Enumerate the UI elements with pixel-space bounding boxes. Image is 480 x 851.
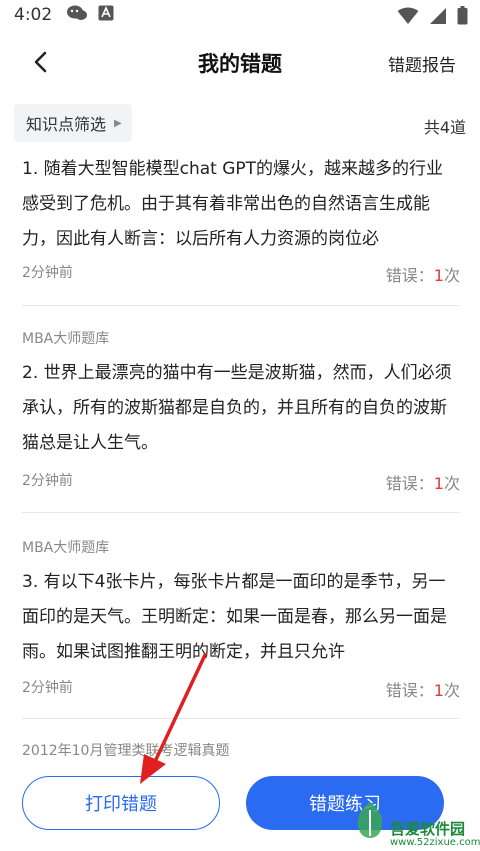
error-label: 错误： <box>385 681 434 700</box>
error-unit: 次 <box>443 474 460 493</box>
battery-icon <box>457 6 468 30</box>
divider <box>22 512 460 513</box>
app-a-icon <box>98 5 114 26</box>
chat-bubble-icon <box>66 4 88 27</box>
question-text: 3. 有以下4张卡片，每张卡片都是一面印的是季节，另一面印的是天气。王明断定：如… <box>22 572 447 662</box>
wifi-icon <box>397 7 419 30</box>
error-unit: 次 <box>443 266 460 285</box>
question-text: 1. 随着大型智能模型chat GPT的爆火，越来越多的行业感受到了危机。由于其… <box>22 159 444 249</box>
error-count: 错误：1次 <box>386 470 460 494</box>
question-source: MBA大师题库 <box>22 540 110 556</box>
error-number: 1 <box>433 681 444 700</box>
question-item-3[interactable]: MBA大师题库 3. 有以下4张卡片，每张卡片都是一面印的是季节，另一面印的是天… <box>22 537 460 670</box>
divider <box>22 718 460 719</box>
error-number: 1 <box>433 474 444 493</box>
nav-bar: 我的错题 错题报告 <box>0 30 480 96</box>
question-source: MBA大师题库 <box>22 331 110 347</box>
question-item-1[interactable]: 1. 随着大型智能模型chat GPT的爆火，越来越多的行业感受到了危机。由于其… <box>22 152 460 257</box>
caret-right-icon: ▶ <box>114 117 122 129</box>
filter-row: 知识点筛选 ▶ 共4道 <box>0 104 480 144</box>
question-source: 2012年10月管理类联考逻辑真题 <box>22 743 230 759</box>
total-count: 共4道 <box>423 118 466 137</box>
status-left-icons <box>66 4 114 27</box>
question-time: 2分钟前 <box>22 473 73 489</box>
error-label: 错误： <box>385 266 434 285</box>
filter-label: 知识点筛选 <box>26 115 107 134</box>
error-count: 错误：1次 <box>386 262 460 286</box>
question-time: 2分钟前 <box>22 680 73 696</box>
knowledge-filter-button[interactable]: 知识点筛选 ▶ <box>14 104 132 142</box>
error-label: 错误： <box>385 474 434 493</box>
status-bar: 4:02 <box>0 0 480 30</box>
error-practice-button[interactable]: 错题练习 <box>246 776 444 830</box>
question-item-2[interactable]: MBA大师题库 2. 世界上最漂亮的猫中有一些是波斯猫，然而，人们必须承认，所有… <box>22 328 460 461</box>
error-count: 错误：1次 <box>386 677 460 701</box>
error-unit: 次 <box>443 681 460 700</box>
question-text: 2. 世界上最漂亮的猫中有一些是波斯猫，然而，人们必须承认，所有的波斯猫都是自负… <box>22 363 452 453</box>
signal-icon <box>429 7 447 30</box>
status-time: 4:02 <box>14 5 53 25</box>
bottom-action-bar: 打印错题 错题练习 <box>0 760 480 851</box>
status-right-icons <box>397 6 468 30</box>
question-item-4[interactable]: 2012年10月管理类联考逻辑真题 <box>22 740 460 760</box>
question-time: 2分钟前 <box>22 265 73 281</box>
error-report-link[interactable]: 错题报告 <box>388 51 456 76</box>
divider <box>22 305 460 306</box>
error-number: 1 <box>433 266 444 285</box>
print-errors-button[interactable]: 打印错题 <box>22 776 220 830</box>
